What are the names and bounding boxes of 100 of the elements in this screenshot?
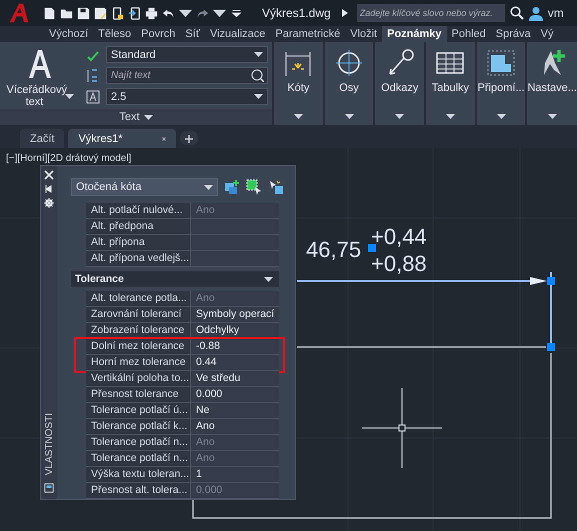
settings-icon[interactable] bbox=[44, 198, 54, 208]
close-icon[interactable] bbox=[162, 134, 166, 142]
plus-icon bbox=[185, 135, 194, 143]
property-value: Ano bbox=[191, 203, 279, 219]
ribbon-tab[interactable]: Parametrické bbox=[270, 26, 346, 42]
ribbon-tab[interactable]: Vý bbox=[536, 26, 558, 42]
ribbon-tab[interactable]: Vložit bbox=[345, 26, 382, 42]
caret-icon bbox=[294, 114, 303, 119]
print-icon[interactable] bbox=[145, 6, 158, 20]
property-value[interactable]: Ne bbox=[191, 403, 279, 419]
caret-icon bbox=[344, 114, 354, 119]
text-style-dropdown[interactable]: Standard bbox=[106, 46, 268, 63]
ribbon-button[interactable]: Osy bbox=[324, 42, 374, 125]
quick-select-icon[interactable] bbox=[268, 179, 284, 195]
ribbon-tab[interactable]: Pohled bbox=[446, 26, 491, 42]
markup-icon bbox=[486, 48, 516, 78]
document-title: Výkres1.dwg bbox=[262, 6, 331, 20]
search-field[interactable]: Zadejte klíčové slovo nebo výraz. bbox=[356, 4, 505, 22]
center-mark-icon bbox=[334, 48, 364, 78]
property-label: Alt. předpona bbox=[86, 219, 191, 235]
property-value[interactable]: -0.88 bbox=[191, 339, 279, 355]
property-value: Ano bbox=[191, 451, 279, 467]
user-name[interactable]: vm bbox=[548, 6, 564, 20]
viewport-label[interactable]: [−][Horní][2D drátový model] bbox=[6, 153, 132, 164]
caret-icon bbox=[64, 94, 74, 98]
ribbon-tab[interactable]: Povrch bbox=[136, 26, 180, 42]
property-value: 0.000 bbox=[191, 483, 279, 499]
caret-icon bbox=[144, 114, 153, 120]
text-height-dropdown[interactable]: 2.5 bbox=[106, 88, 268, 105]
folder-icon[interactable] bbox=[60, 6, 73, 20]
section-header[interactable]: Tolerance bbox=[71, 271, 279, 287]
property-label: Tolerance potlačí n... bbox=[86, 451, 191, 467]
ribbon-button[interactable]: Nastave... bbox=[527, 42, 577, 125]
new-file-icon[interactable] bbox=[43, 6, 56, 20]
find-text-field[interactable]: Najít text bbox=[106, 67, 268, 84]
property-value[interactable]: Symboly operací bbox=[191, 307, 279, 323]
text-height-icon bbox=[86, 90, 100, 104]
property-value[interactable]: Ve středu bbox=[191, 371, 279, 387]
property-value[interactable]: 1 bbox=[191, 467, 279, 483]
ribbon-button[interactable]: Odkazy bbox=[375, 42, 424, 125]
caret-icon bbox=[496, 114, 506, 119]
lower-tolerance: +0,88 bbox=[371, 251, 427, 276]
property-label: Alt. přípona vedlejš... bbox=[86, 251, 191, 267]
select-objects-icon[interactable] bbox=[246, 179, 262, 195]
property-value[interactable]: 0.44 bbox=[191, 355, 279, 371]
property-value: Ano bbox=[191, 435, 279, 451]
property-label: Alt. potlačí nulové... bbox=[86, 203, 191, 219]
import-icon[interactable] bbox=[128, 6, 141, 20]
property-value[interactable]: 0.000 bbox=[191, 387, 279, 403]
properties-icon[interactable] bbox=[44, 483, 54, 493]
user-icon[interactable] bbox=[528, 6, 543, 20]
ribbon-button[interactable]: Tabulky bbox=[426, 42, 475, 125]
caret-icon bbox=[254, 94, 263, 99]
property-label: Alt. přípona bbox=[86, 235, 191, 251]
ribbon-tab[interactable]: Poznámky bbox=[382, 26, 447, 42]
save-as-icon[interactable] bbox=[94, 6, 107, 20]
save-icon[interactable] bbox=[77, 6, 90, 20]
ribbon-tab[interactable]: Vizualizace bbox=[204, 26, 270, 42]
app-logo[interactable] bbox=[8, 2, 30, 24]
device-icon[interactable] bbox=[111, 6, 124, 20]
caret-icon bbox=[254, 52, 263, 57]
close-icon[interactable] bbox=[44, 170, 54, 180]
property-label: Tolerance potlačí n... bbox=[86, 435, 191, 451]
property-label: Přesnost tolerance bbox=[86, 387, 191, 403]
grip-handle[interactable] bbox=[547, 343, 555, 351]
panel-title[interactable]: Text bbox=[119, 111, 140, 123]
object-type-dropdown[interactable]: Otočená kóta bbox=[71, 178, 218, 196]
grip-handle[interactable] bbox=[547, 277, 555, 285]
document-tab[interactable]: Začít bbox=[20, 129, 64, 148]
ribbon-tab[interactable]: Výchozí bbox=[44, 26, 94, 42]
property-label: Přesnost alt. tolera... bbox=[86, 483, 191, 499]
text-icon bbox=[28, 50, 52, 78]
multiline-text-button[interactable]: Víceřádkový text bbox=[4, 46, 76, 109]
property-label: Horní mez tolerance bbox=[86, 355, 191, 371]
upper-tolerance: +0,44 bbox=[371, 224, 427, 249]
caret-icon bbox=[204, 184, 213, 190]
property-label: Tolerance potlačí k... bbox=[86, 419, 191, 435]
search-icon[interactable] bbox=[251, 69, 264, 82]
caret-icon bbox=[395, 114, 404, 119]
ribbon-button[interactable]: Kóty bbox=[274, 42, 323, 125]
ribbon-tab[interactable]: Správa bbox=[490, 26, 536, 42]
search-icon[interactable] bbox=[510, 6, 524, 20]
property-label: Zarovnání tolerancí bbox=[86, 307, 191, 323]
find-text-icon bbox=[86, 68, 100, 82]
property-label: Dolní mez tolerance bbox=[86, 339, 191, 355]
dimension-value: 46,75 bbox=[306, 237, 362, 262]
ribbon-button[interactable]: Připomí... bbox=[476, 42, 526, 125]
caret-icon bbox=[264, 276, 273, 282]
dimension-line[interactable] bbox=[297, 272, 552, 344]
expand-arrow-icon[interactable] bbox=[342, 9, 348, 17]
property-label: Alt. tolerance potla... bbox=[86, 291, 191, 307]
add-selection-icon[interactable] bbox=[224, 179, 240, 195]
property-value: Ano bbox=[191, 291, 279, 307]
ribbon-tab[interactable]: Síť bbox=[180, 26, 205, 42]
property-value[interactable]: Ano bbox=[191, 419, 279, 435]
caret-icon bbox=[548, 114, 557, 119]
new-tab-button[interactable] bbox=[180, 131, 198, 145]
caret-icon bbox=[446, 114, 455, 119]
document-tab[interactable]: Výkres1* bbox=[68, 129, 176, 148]
ribbon-tab[interactable]: Těleso bbox=[93, 26, 136, 42]
